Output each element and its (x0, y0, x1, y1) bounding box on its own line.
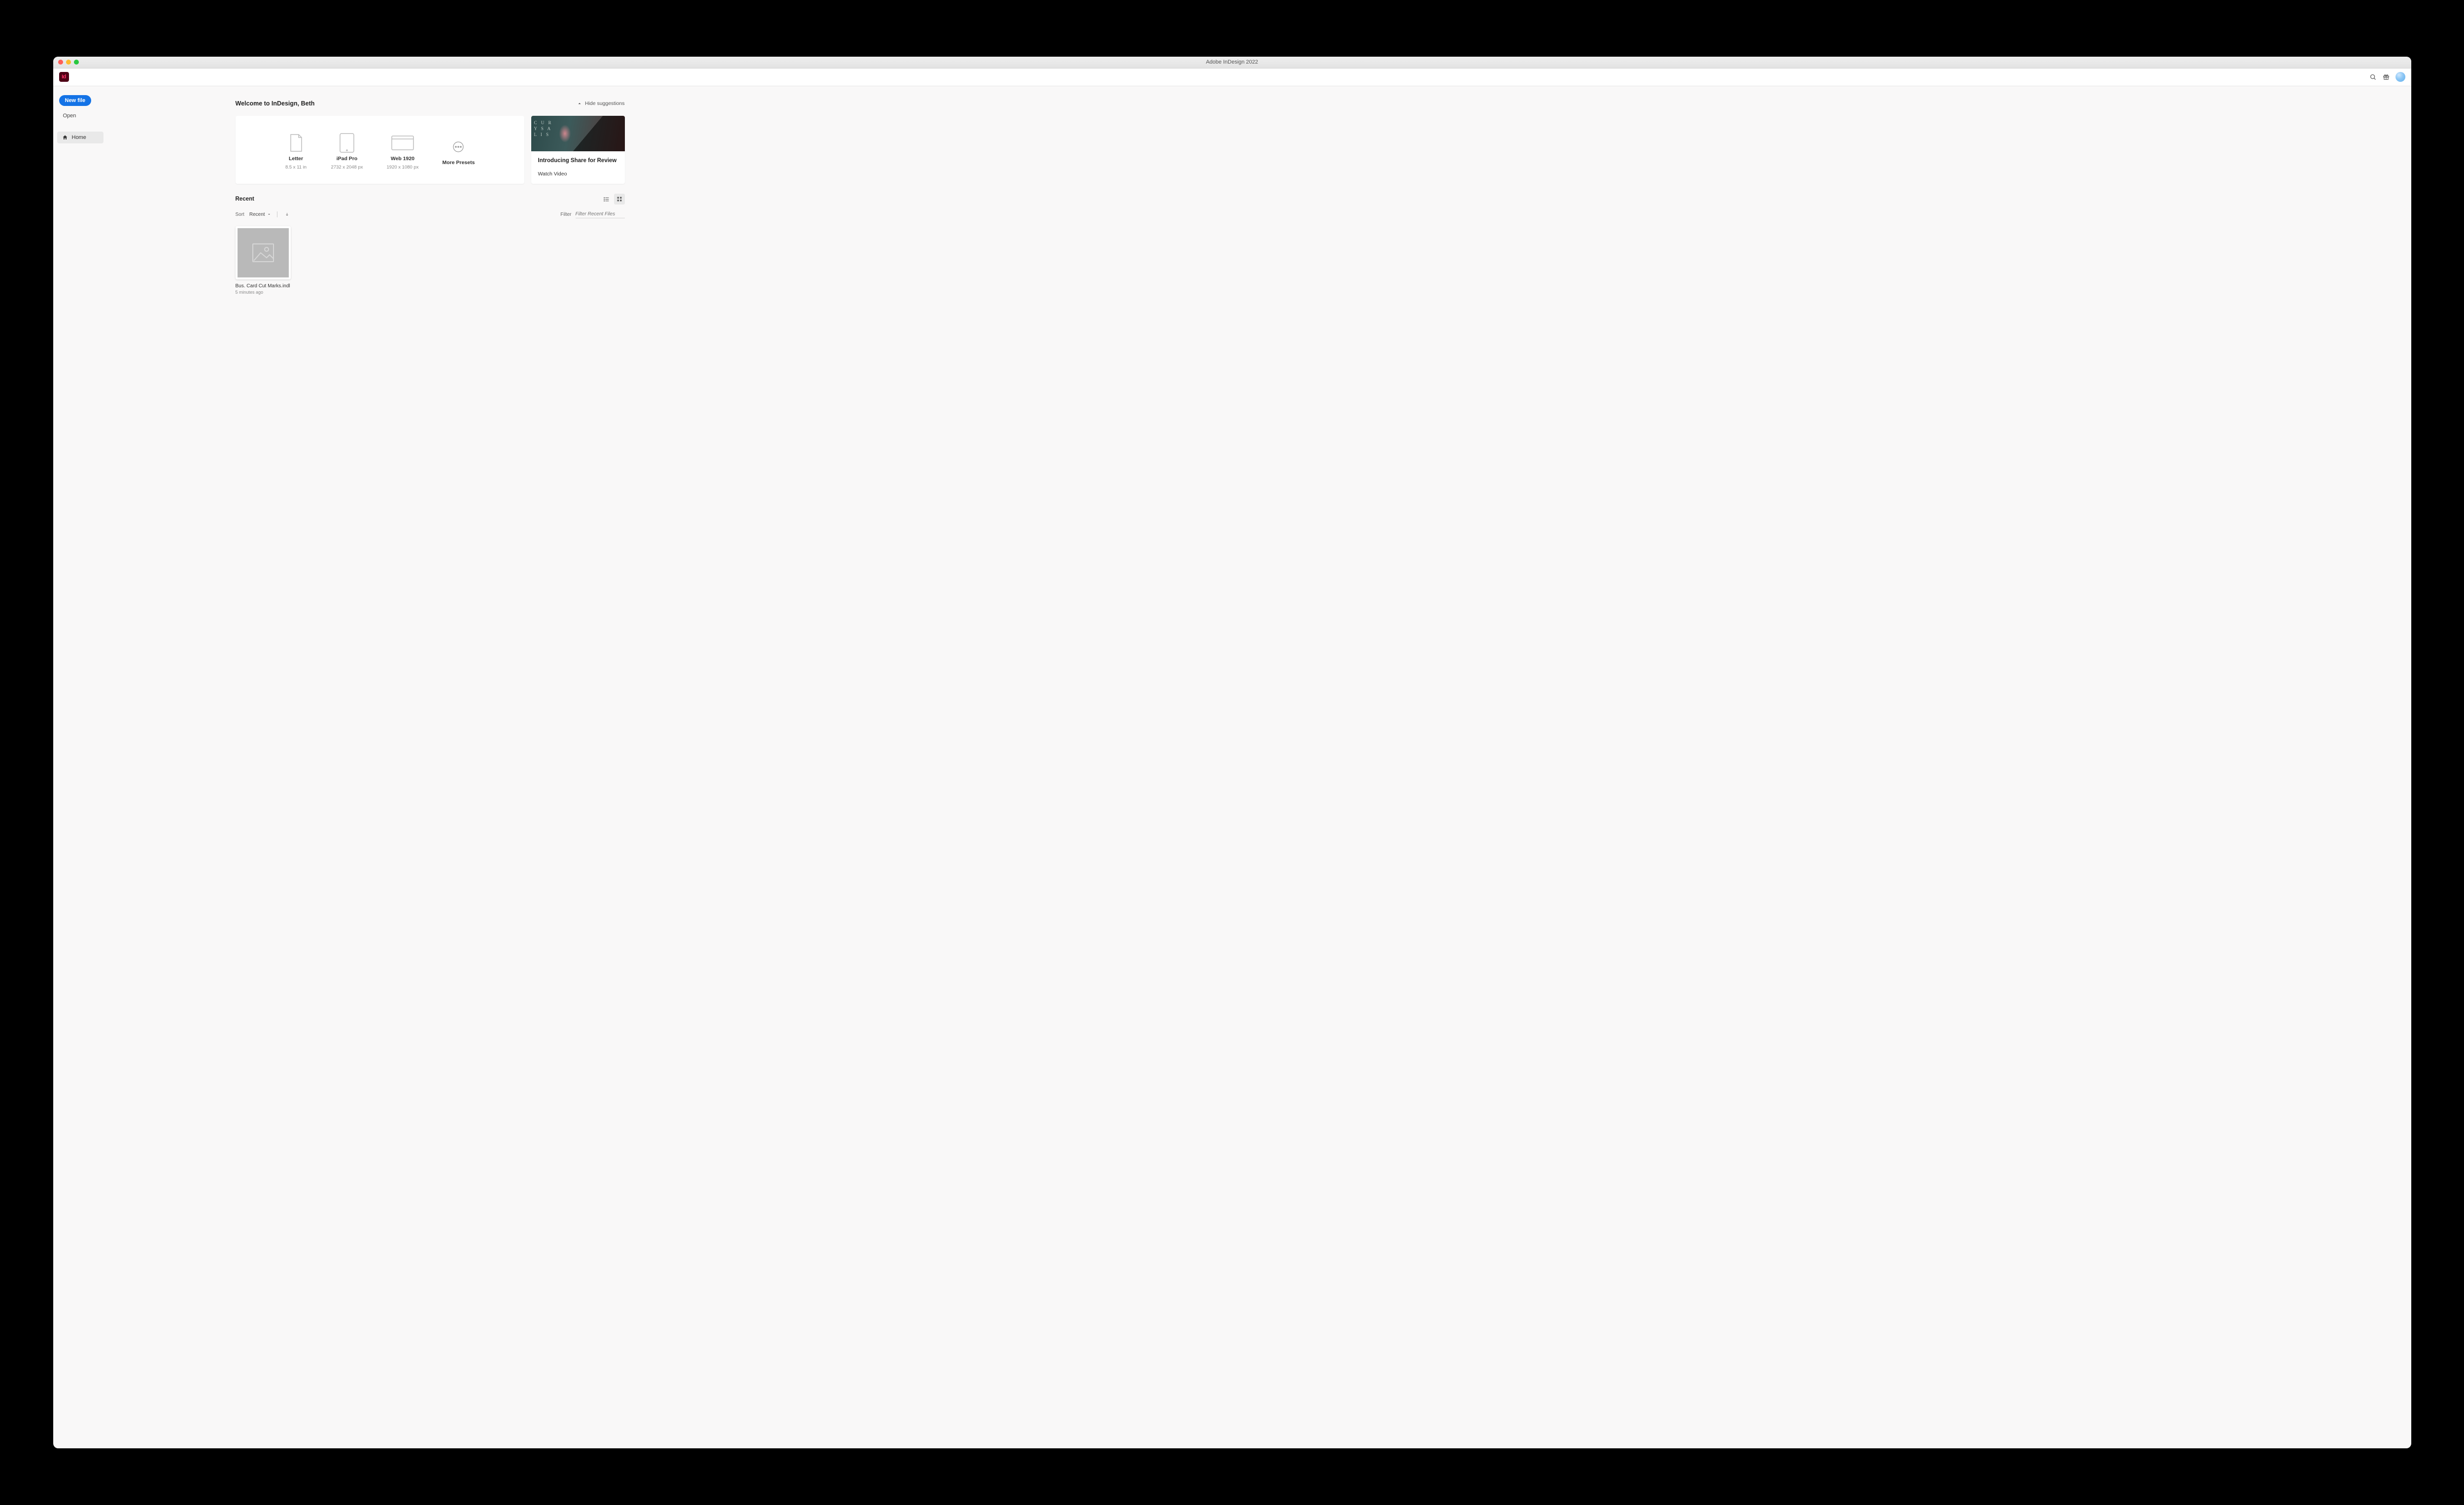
preset-web-1920[interactable]: Web 1920 1920 x 1080 px (387, 133, 419, 170)
window-minimize-button[interactable] (66, 60, 71, 65)
sidebar: New file Open Home (53, 86, 107, 1449)
view-toggle (601, 194, 625, 205)
app-logo: Id (59, 72, 69, 82)
window-close-button[interactable] (58, 60, 63, 65)
file-thumbnail (236, 226, 291, 279)
filter-input[interactable] (576, 210, 625, 218)
gift-icon (2383, 73, 2390, 80)
window-title: Adobe InDesign 2022 (1206, 59, 1258, 65)
chevron-up-icon (577, 101, 582, 106)
home-icon (62, 135, 68, 140)
preset-letter[interactable]: Letter 8.5 x 11 in (285, 133, 308, 170)
search-button[interactable] (2367, 70, 2380, 83)
filter-label: Filter (560, 212, 571, 217)
grid-icon (616, 196, 622, 202)
nav-home[interactable]: Home (57, 132, 103, 143)
preset-label: Letter (289, 156, 303, 162)
preset-label: Web 1920 (391, 156, 414, 162)
file-time: 5 minutes ago (236, 290, 291, 295)
sort-label: Sort (236, 212, 244, 217)
arrow-down-icon (285, 212, 289, 217)
nav-home-label: Home (72, 135, 86, 140)
preset-dims: 1920 x 1080 px (387, 165, 419, 170)
sort-direction-button[interactable] (283, 210, 291, 218)
preset-label: iPad Pro (337, 156, 358, 162)
main-area: Welcome to InDesign, Beth Hide suggestio… (107, 86, 2411, 1449)
image-placeholder-icon (252, 243, 274, 263)
whats-new-button[interactable] (2380, 70, 2393, 83)
hide-suggestions-toggle[interactable]: Hide suggestions (577, 101, 625, 106)
file-name: Bus. Card Cut Marks.indl (236, 283, 291, 289)
file-card[interactable]: Bus. Card Cut Marks.indl 5 minutes ago (236, 226, 291, 295)
chevron-down-icon (267, 212, 271, 216)
view-grid-button[interactable] (614, 194, 625, 205)
title-bar: Adobe InDesign 2022 (53, 57, 2411, 68)
window-zoom-button[interactable] (74, 60, 79, 65)
sort-value: Recent (249, 212, 265, 217)
app-logo-text: Id (62, 74, 66, 80)
recent-files-grid: Bus. Card Cut Marks.indl 5 minutes ago (236, 226, 625, 295)
welcome-title: Welcome to InDesign, Beth (236, 100, 315, 107)
preset-more[interactable]: More Presets (443, 137, 475, 166)
preset-dims: 8.5 x 11 in (285, 165, 307, 170)
new-file-button[interactable]: New file (59, 95, 92, 106)
open-button[interactable]: Open (63, 113, 103, 119)
browser-icon (391, 136, 414, 150)
search-icon (2369, 73, 2377, 81)
recent-heading: Recent (236, 196, 254, 202)
presets-panel: Letter 8.5 x 11 in iPad Pro 2732 x 2048 … (236, 116, 524, 184)
page-icon (289, 134, 303, 152)
sort-dropdown[interactable]: Recent (249, 212, 271, 217)
top-bar: Id (53, 68, 2411, 86)
app-window: Adobe InDesign 2022 Id New file Open (53, 57, 2411, 1449)
list-icon (603, 196, 610, 203)
promo-card[interactable]: C U R Y S A L I S Introducing Share for … (531, 116, 625, 184)
preset-ipad-pro[interactable]: iPad Pro 2732 x 2048 px (331, 133, 363, 170)
hide-suggestions-label: Hide suggestions (585, 101, 625, 106)
more-icon (453, 141, 464, 152)
promo-thumb-text: C U R Y S A L I S (534, 120, 553, 137)
preset-label: More Presets (443, 160, 475, 166)
promo-thumbnail: C U R Y S A L I S (531, 116, 625, 151)
promo-watch-video-link[interactable]: Watch Video (538, 171, 618, 177)
preset-dims: 2732 x 2048 px (331, 165, 363, 170)
tablet-icon (339, 133, 355, 153)
promo-title: Introducing Share for Review (538, 157, 618, 165)
view-list-button[interactable] (601, 194, 612, 205)
account-avatar[interactable] (2396, 72, 2405, 82)
